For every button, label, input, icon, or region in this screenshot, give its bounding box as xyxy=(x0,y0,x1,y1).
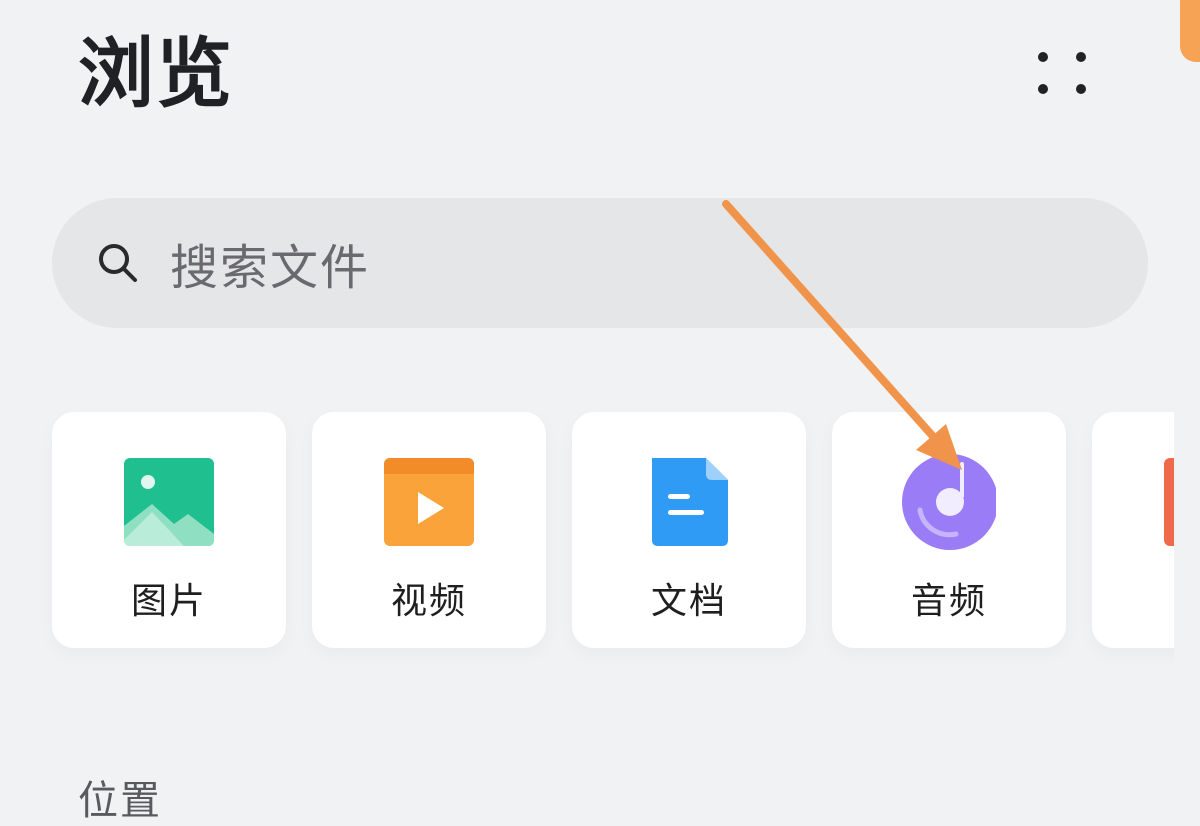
document-icon xyxy=(642,452,736,552)
category-audio[interactable]: 音频 xyxy=(832,412,1066,648)
image-icon xyxy=(122,452,216,552)
search-input[interactable]: 搜索文件 xyxy=(170,228,370,298)
category-label: 音频 xyxy=(910,581,987,622)
search-bar[interactable]: 搜索文件 xyxy=(52,198,1148,328)
audio-icon xyxy=(902,452,998,552)
app-icon xyxy=(1162,452,1174,552)
video-icon xyxy=(382,452,476,552)
category-images[interactable]: 图片 xyxy=(52,412,286,648)
category-videos[interactable]: 视频 xyxy=(312,412,546,648)
search-icon xyxy=(96,241,140,285)
category-label: 文档 xyxy=(650,581,727,622)
category-label: 视频 xyxy=(390,581,467,622)
top-right-accent xyxy=(1180,0,1200,62)
section-title: 位置 xyxy=(78,778,162,824)
category-row: 图片 视频 文档 音频 xyxy=(0,388,1174,678)
category-apps[interactable] xyxy=(1092,412,1174,648)
page-title: 浏览 xyxy=(78,29,234,118)
category-documents[interactable]: 文档 xyxy=(572,412,806,648)
category-label: 图片 xyxy=(130,581,207,622)
more-dots-icon[interactable] xyxy=(1030,44,1094,104)
